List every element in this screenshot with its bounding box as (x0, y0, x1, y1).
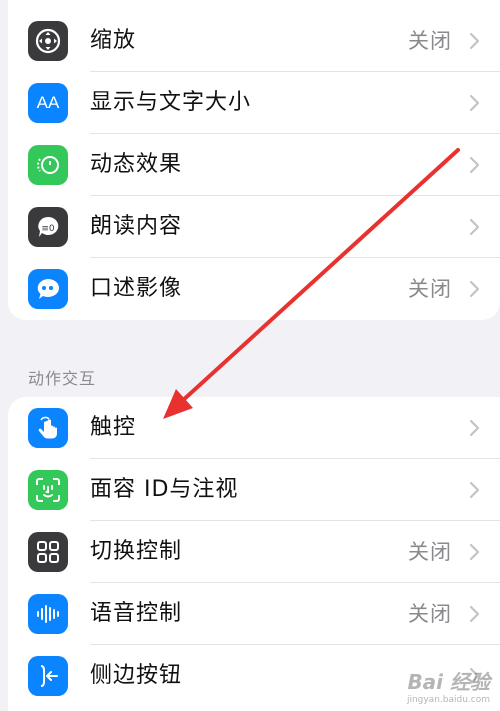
row-voice-control[interactable]: 语音控制 关闭 (8, 583, 500, 645)
row-touch[interactable]: 触控 (8, 397, 500, 459)
row-spoken-content[interactable]: ≡0 朗读内容 (8, 196, 500, 258)
physical-motor-settings-group: 触控 面容 ID与注视 切换控制 关闭 语音控制 关闭 侧边按钮 (8, 397, 500, 711)
audio-descriptions-label: 口述影像 (90, 276, 183, 301)
side-button-icon (28, 656, 68, 696)
chevron-right-icon (469, 218, 480, 236)
chevron-right-icon (469, 94, 480, 112)
side-button-label: 侧边按钮 (90, 663, 183, 688)
text-size-icon: AA (28, 83, 68, 123)
motion-label: 动态效果 (90, 152, 183, 177)
motion-icon (28, 145, 68, 185)
section-header-physical-motor: 动作交互 (28, 369, 97, 388)
row-zoom[interactable]: 缩放 关闭 (8, 10, 500, 72)
row-face-id-attention[interactable]: 面容 ID与注视 (8, 459, 500, 521)
switch-control-label: 切换控制 (90, 539, 183, 564)
chevron-right-icon (469, 481, 480, 499)
row-motion[interactable]: 动态效果 (8, 134, 500, 196)
voice-control-label: 语音控制 (90, 601, 183, 626)
watermark-brand: Bai 经验 (407, 670, 490, 694)
zoom-label: 缩放 (90, 28, 137, 53)
audio-descriptions-value: 关闭 (408, 277, 452, 301)
row-display-text-size[interactable]: AA 显示与文字大小 (8, 72, 500, 134)
watermark: Bai 经验 jingyan.baidu.com (407, 666, 490, 705)
face-id-attention-label: 面容 ID与注视 (90, 477, 239, 502)
row-audio-descriptions[interactable]: 口述影像 关闭 (8, 258, 500, 320)
touch-label: 触控 (90, 415, 137, 440)
audio-descriptions-icon (28, 269, 68, 309)
chevron-right-icon (469, 280, 480, 298)
spoken-content-icon: ≡0 (28, 207, 68, 247)
chevron-right-icon (469, 543, 480, 561)
watermark-url: jingyan.baidu.com (406, 695, 490, 705)
spoken-content-label: 朗读内容 (90, 214, 183, 239)
switch-control-value: 关闭 (408, 540, 452, 564)
face-id-icon (28, 470, 68, 510)
touch-hand-icon (28, 408, 68, 448)
display-text-size-label: 显示与文字大小 (90, 90, 252, 115)
chevron-right-icon (469, 156, 480, 174)
chevron-right-icon (469, 605, 480, 623)
vision-settings-group: 缩放 关闭 AA 显示与文字大小 动态效果 ≡0 朗读内容 口述影像 关闭 (8, 0, 500, 320)
switch-control-icon (28, 532, 68, 572)
row-switch-control[interactable]: 切换控制 关闭 (8, 521, 500, 583)
svg-text:≡0: ≡0 (41, 224, 55, 234)
voice-control-icon (28, 594, 68, 634)
zoom-icon (28, 21, 68, 61)
zoom-value: 关闭 (408, 29, 452, 53)
chevron-right-icon (469, 419, 480, 437)
chevron-right-icon (469, 32, 480, 50)
voice-control-value: 关闭 (408, 602, 452, 626)
